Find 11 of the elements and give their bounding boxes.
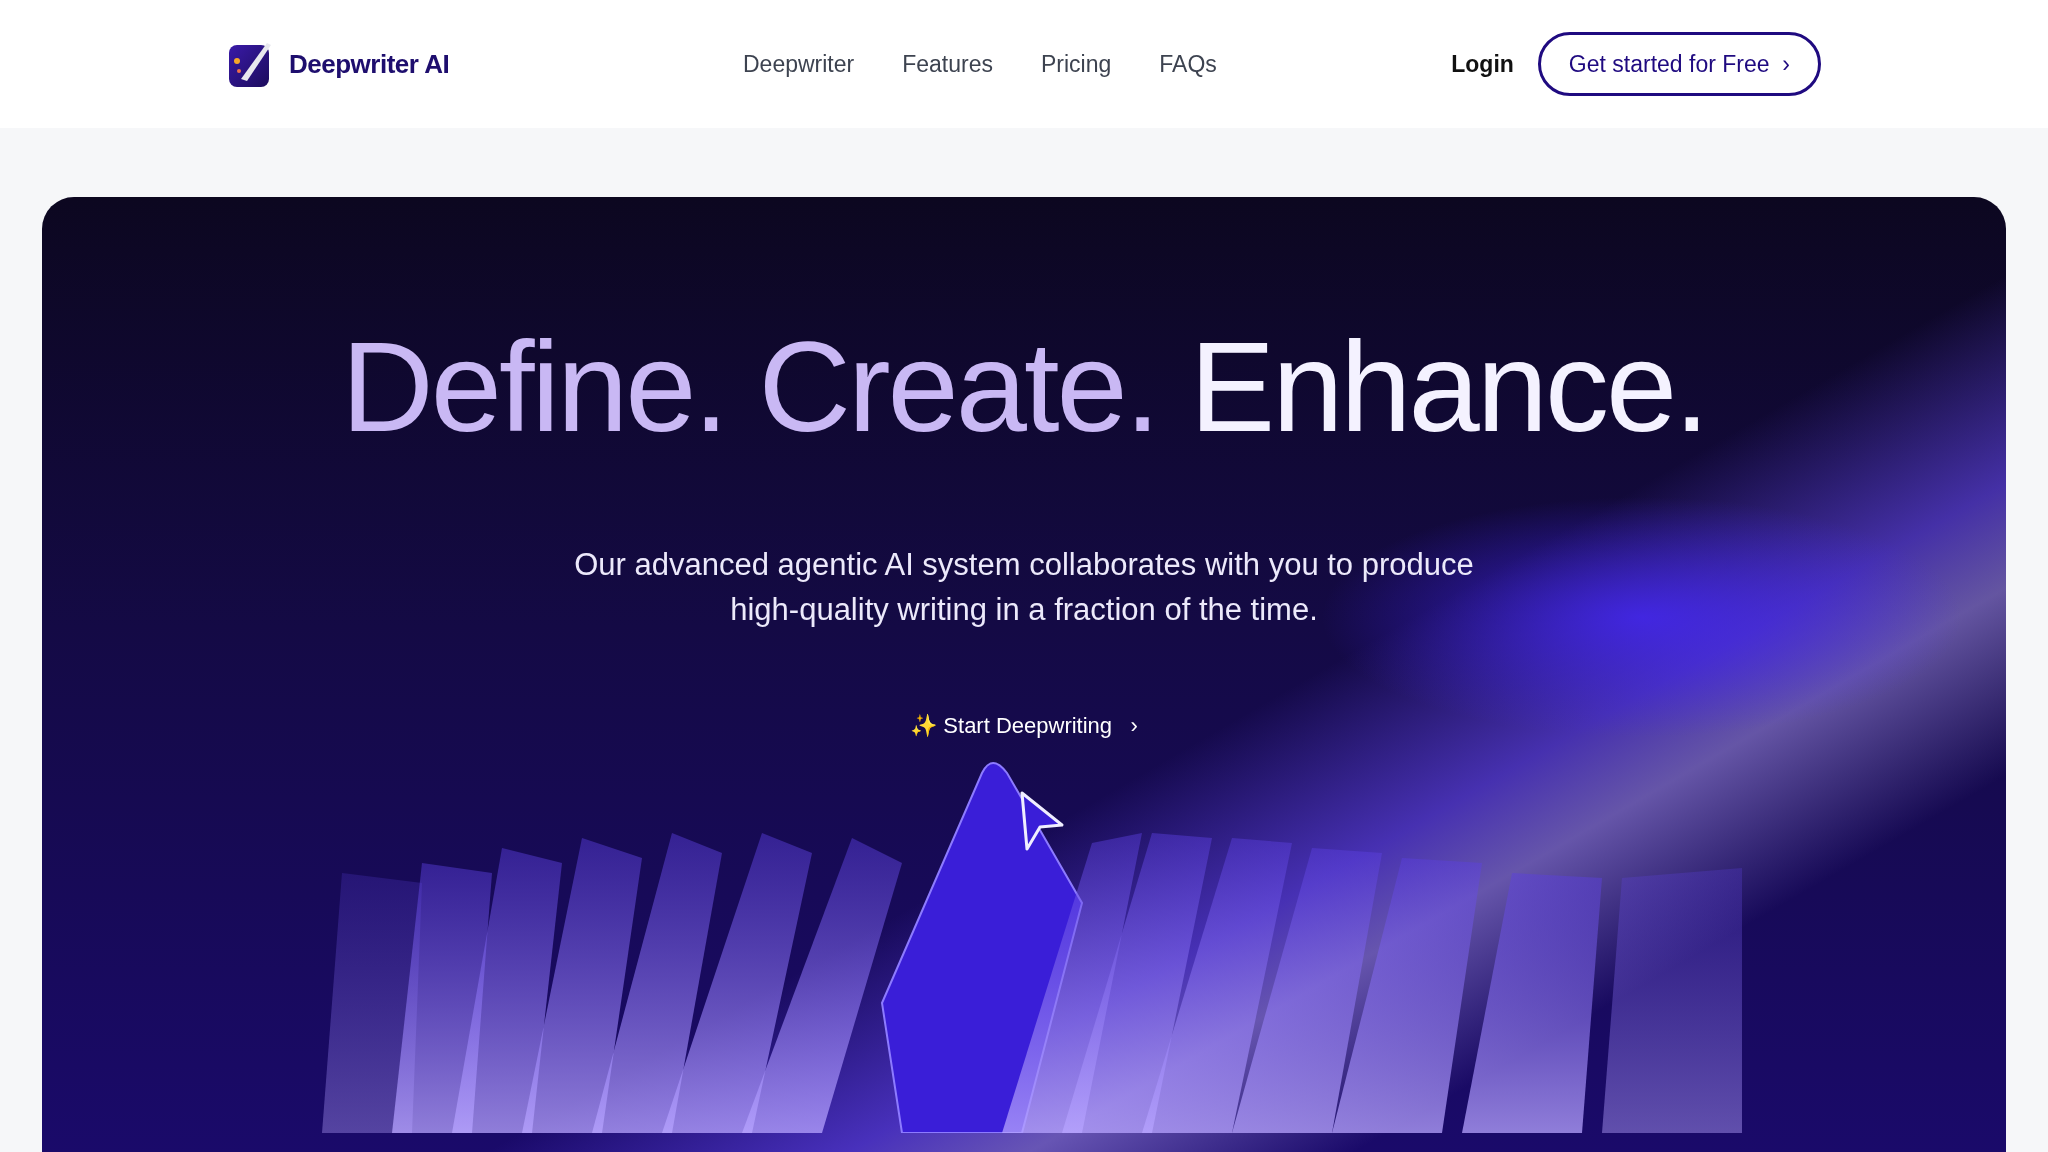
headline: Define. Create. Enhance.: [341, 317, 1707, 458]
start-deepwriting-button[interactable]: ✨ Start Deepwriting ›: [904, 707, 1144, 743]
brand-name[interactable]: Deepwriter AI: [289, 44, 450, 84]
login-link[interactable]: Login: [1451, 46, 1514, 82]
hero-subtitle: Our advanced agentic AI system collaborates with you to produce high-quality writing in a fraction of the time.: [574, 545, 1474, 629]
nav-link[interactable]: FAQs: [1159, 46, 1217, 82]
nav-link[interactable]: Features: [902, 46, 993, 82]
get-started-button[interactable]: Get started for Free ›: [1537, 31, 1821, 97]
cursor-icon: [1020, 791, 1064, 851]
nav-link[interactable]: Deepwriter: [743, 46, 855, 82]
nav-link[interactable]: Pricing: [1041, 46, 1112, 82]
